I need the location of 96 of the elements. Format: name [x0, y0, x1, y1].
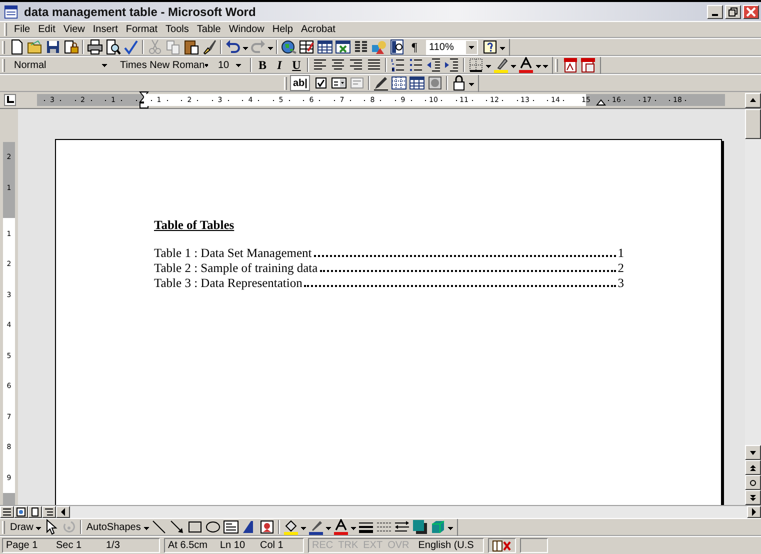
shadow-square-icon[interactable]	[410, 519, 429, 535]
highlighter-icon[interactable]	[492, 57, 510, 73]
menu-item[interactable]: Tools	[162, 24, 193, 35]
up-arrow-icon	[749, 96, 757, 104]
table-pencil-icon[interactable]	[298, 39, 316, 55]
combo-field-icon[interactable]	[330, 75, 348, 91]
scroll-down-button[interactable]	[745, 445, 761, 460]
draw-menu-button[interactable]: Draw	[8, 519, 36, 535]
table-icon[interactable]	[408, 75, 426, 91]
menu-item[interactable]: Window	[224, 24, 268, 35]
border-icon[interactable]	[467, 57, 485, 73]
outdent-icon[interactable]	[425, 57, 443, 73]
italic-button[interactable]: I	[271, 57, 288, 73]
show-formatting-button[interactable]: ¶	[406, 39, 423, 55]
bold-button[interactable]: B	[254, 57, 271, 73]
indent-marker-icon[interactable]	[138, 91, 149, 109]
minimize-icon	[712, 14, 718, 16]
printer-icon[interactable]	[86, 39, 104, 55]
checkmark-icon[interactable]	[122, 39, 140, 55]
outline-icon	[44, 507, 54, 517]
help-icon[interactable]	[481, 39, 499, 55]
restore-button[interactable]	[725, 4, 741, 18]
empty-status-field	[520, 538, 548, 553]
window-title: data management table - Microsoft Word	[24, 4, 257, 18]
pencil-icon[interactable]	[372, 75, 390, 91]
double-up-arrow-icon	[749, 464, 757, 472]
close-button[interactable]	[743, 4, 759, 18]
pen-icon[interactable]	[306, 519, 325, 535]
scroll-right-button[interactable]	[747, 506, 761, 518]
right-indent-marker-icon[interactable]	[596, 99, 606, 106]
circle-icon	[749, 478, 757, 486]
menu-item[interactable]: Help	[268, 24, 297, 35]
menu-item[interactable]: Format	[122, 24, 162, 35]
table-caption: Table 1 : Data Set Management	[154, 246, 312, 261]
page-number: 1	[618, 246, 624, 261]
indent-icon[interactable]	[443, 57, 461, 73]
page-number: 2	[618, 261, 624, 276]
print-preview-icon[interactable]	[104, 39, 122, 55]
autoshapes-menu-button[interactable]: AutoShapes	[84, 519, 143, 535]
line-icon[interactable]	[150, 519, 168, 535]
letter-a-color-icon[interactable]	[517, 57, 535, 73]
arrow-icon[interactable]	[168, 519, 186, 535]
menu-item[interactable]: File	[10, 24, 34, 35]
scroll-thumb[interactable]	[745, 109, 761, 139]
menu-item[interactable]: View	[59, 24, 89, 35]
spelling-status-icon[interactable]	[488, 538, 516, 553]
underline-button[interactable]: U	[288, 57, 305, 73]
folder-icon[interactable]	[26, 39, 44, 55]
page-number: 3	[618, 276, 624, 291]
pdf-page-icon[interactable]	[561, 57, 579, 73]
spreadsheet-icon[interactable]	[334, 39, 352, 55]
normal-view-button[interactable]	[0, 506, 14, 518]
close-icon	[745, 6, 757, 18]
shading-icon[interactable]	[426, 75, 444, 91]
double-down-arrow-icon	[749, 494, 757, 502]
scroll-up-button[interactable]	[745, 92, 761, 108]
down-arrow-icon	[749, 448, 757, 456]
tab-stop-selector[interactable]	[4, 94, 16, 106]
lines-icon	[2, 507, 12, 517]
zoom-dropdown[interactable]: 110%	[426, 40, 478, 54]
right-arrow-icon	[749, 507, 759, 517]
menu-item[interactable]: Table	[192, 24, 225, 35]
globe-icon[interactable]	[280, 39, 298, 55]
oval-icon[interactable]	[204, 519, 222, 535]
grid-icon[interactable]	[390, 75, 408, 91]
paint-bucket-icon[interactable]	[282, 519, 300, 535]
table-icon[interactable]	[316, 39, 334, 55]
locked-page-icon[interactable]	[62, 39, 80, 55]
text-box-icon[interactable]	[222, 519, 240, 535]
print-layout-view-button[interactable]	[28, 506, 42, 518]
menu-item[interactable]: Acrobat	[296, 24, 340, 35]
pdf-pages-icon[interactable]	[579, 57, 597, 73]
numbered-list-icon[interactable]	[389, 57, 407, 73]
select-browse-object-button[interactable]	[745, 475, 761, 490]
scroll-left-button[interactable]	[56, 506, 70, 518]
minimize-button[interactable]	[707, 4, 723, 18]
table-caption: Table 3 : Data Representation	[154, 276, 302, 291]
clipboard-icon[interactable]	[182, 39, 200, 55]
magnifier-page-icon[interactable]	[388, 39, 406, 55]
table-caption: Table 2 : Sample of training data	[154, 261, 318, 276]
outline-view-button[interactable]	[42, 506, 56, 518]
menu-item[interactable]: Insert	[88, 24, 122, 35]
clip-art-icon[interactable]	[258, 519, 276, 535]
previous-page-button[interactable]	[745, 460, 761, 475]
web-layout-view-button[interactable]	[14, 506, 28, 518]
rectangle-icon[interactable]	[186, 519, 204, 535]
document-heading: Table of Tables	[154, 218, 234, 233]
undo-arrow-icon[interactable]	[224, 39, 242, 55]
menu-item[interactable]: Edit	[34, 24, 60, 35]
document-icon	[4, 4, 18, 18]
bulleted-list-icon[interactable]	[407, 57, 425, 73]
columns-icon[interactable]	[352, 39, 370, 55]
text-form-field-button[interactable]: ab|	[290, 75, 310, 91]
letter-a-color-icon[interactable]	[332, 519, 350, 535]
next-page-button[interactable]	[745, 490, 761, 505]
restore-icon	[727, 6, 739, 18]
